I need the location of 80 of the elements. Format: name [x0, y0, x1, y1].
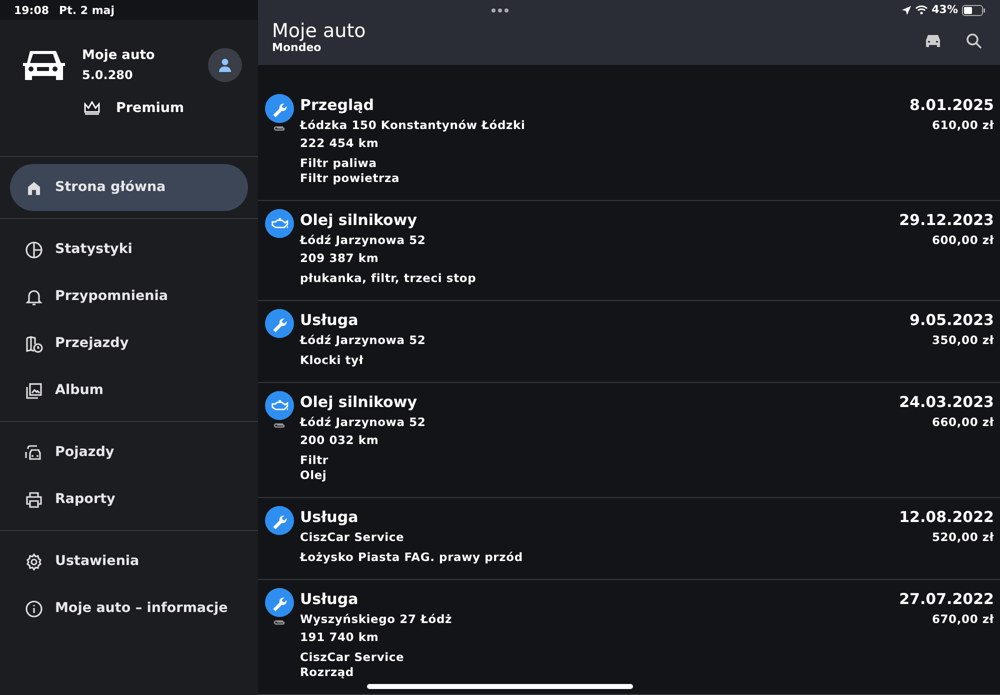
- sidebar-item[interactable]: Ustawienia: [10, 538, 248, 585]
- profile-button[interactable]: [208, 48, 242, 82]
- sidebar-item[interactable]: Raporty: [10, 476, 248, 523]
- entry-mileage: 209 387 km: [300, 250, 380, 267]
- entry-note: Rozrząd: [300, 665, 355, 680]
- entry-date: 9.05.2023: [910, 310, 994, 331]
- entry-date: 24.03.2023: [899, 392, 994, 413]
- sidebar-item[interactable]: Statystyki: [10, 226, 248, 273]
- entry-cost: 670,00 zł: [930, 611, 994, 628]
- entry-note: CiszCar Service: [300, 650, 406, 665]
- entry-place: Wyszyńskiego 27 Łódż: [300, 611, 453, 628]
- wrench-icon: [264, 94, 294, 123]
- entry-title: Usługa: [300, 310, 360, 331]
- printer-icon: [25, 490, 43, 508]
- location-icon: [902, 6, 911, 14]
- cars-icon: [25, 444, 43, 462]
- entry-mileage: 200 032 km: [300, 432, 380, 449]
- service-entry[interactable]: Olej silnikowy Łódź Jarzynowa 52 200 032 km Filtr Olej 24.03.2023 660,00 zł: [258, 383, 1000, 498]
- wrench-icon: [264, 506, 294, 535]
- entry-note: Filtr powietrza: [300, 171, 401, 186]
- entry-place: Łódź Jarzynowa 52: [300, 414, 427, 431]
- app-name: Moje auto: [82, 47, 156, 66]
- bell-icon: [25, 288, 43, 306]
- entry-note: Olej: [300, 468, 328, 483]
- entry-mileage: 191 740 km: [300, 629, 380, 646]
- entry-title: Usługa: [300, 589, 360, 610]
- page-title: Moje auto: [272, 20, 366, 42]
- service-entry[interactable]: Usługa Łódź Jarzynowa 52 Klocki tył 9.05.2023 350,00 zł: [258, 301, 1000, 383]
- entry-note: Filtr: [300, 453, 330, 468]
- wrench-icon: [264, 309, 294, 338]
- map-clock-icon: [25, 334, 43, 352]
- sidebar-item[interactable]: Album: [10, 367, 248, 414]
- service-entry[interactable]: Usługa CiszCar Service Łożysko Piasta FAG. prawy przód 12.08.2022 520,00 zł: [258, 498, 1000, 580]
- image-icon: [25, 382, 43, 400]
- wrench-icon: [264, 588, 294, 617]
- sidebar-item[interactable]: Przypomnienia: [10, 273, 248, 320]
- entry-cost: 660,00 zł: [930, 414, 994, 431]
- entry-cost: 600,00 zł: [930, 232, 994, 249]
- entry-date: 27.07.2022: [899, 589, 994, 610]
- battery-icon: [962, 4, 986, 16]
- multitask-icon[interactable]: [491, 8, 509, 13]
- entry-note: płukanka, filtr, trzeci stop: [300, 271, 478, 286]
- oil-can-icon: [264, 391, 294, 420]
- entry-date: 8.01.2025: [910, 95, 994, 116]
- entry-title: Przegląd: [300, 95, 376, 116]
- status-time: 19:08: [14, 3, 50, 17]
- pie-chart-icon: [25, 240, 43, 258]
- service-entry[interactable]: Przegląd Łódzka 150 Konstantynów Łódzki 222 454 km Filtr paliwa Filtr powietrza 8.01.2025 610,00 zł: [258, 86, 1000, 201]
- person-icon: [217, 57, 233, 73]
- entry-cost: 350,00 zł: [930, 332, 994, 349]
- page-subtitle: Mondeo: [272, 42, 322, 54]
- entry-note: Łożysko Piasta FAG. prawy przód: [300, 550, 524, 565]
- crown-icon: [84, 101, 100, 116]
- oil-can-icon: [264, 209, 294, 238]
- sidebar-item[interactable]: Strona główna: [10, 164, 248, 211]
- sidebar-item[interactable]: Pojazdy: [10, 429, 248, 476]
- entry-cost: 610,00 zł: [930, 117, 994, 134]
- battery-percent: 43%: [932, 2, 958, 18]
- status-date: Pt. 2 maj: [59, 3, 114, 17]
- sidebar-item[interactable]: Przejazdy: [10, 320, 248, 367]
- entry-title: Olej silnikowy: [300, 392, 418, 413]
- entry-place: CiszCar Service: [300, 529, 406, 546]
- entry-date: 29.12.2023: [899, 210, 994, 231]
- entry-cost: 520,00 zł: [930, 529, 994, 546]
- premium-label: Premium: [116, 99, 184, 118]
- entry-note: Klocki tył: [300, 353, 364, 368]
- entry-title: Olej silnikowy: [300, 210, 418, 231]
- entry-date: 12.08.2022: [899, 507, 994, 528]
- entry-note: Filtr paliwa: [300, 156, 378, 171]
- entry-place: Łódź Jarzynowa 52: [300, 332, 427, 349]
- entry-title: Usługa: [300, 507, 360, 528]
- entry-place: Łódzka 150 Konstantynów Łódzki: [300, 117, 526, 134]
- wifi-icon: [914, 5, 928, 15]
- gear-icon: [25, 552, 43, 570]
- sidebar-item[interactable]: Moje auto – informacje: [10, 585, 248, 632]
- app-version: 5.0.280: [82, 66, 134, 84]
- entry-mileage: 222 454 km: [300, 135, 380, 152]
- entry-place: Łódź Jarzynowa 52: [300, 232, 427, 249]
- info-icon: [25, 600, 43, 618]
- service-entry[interactable]: Olej silnikowy Łódź Jarzynowa 52 209 387 km płukanka, filtr, trzeci stop 29.12.2023 600,00 zł: [258, 201, 1000, 301]
